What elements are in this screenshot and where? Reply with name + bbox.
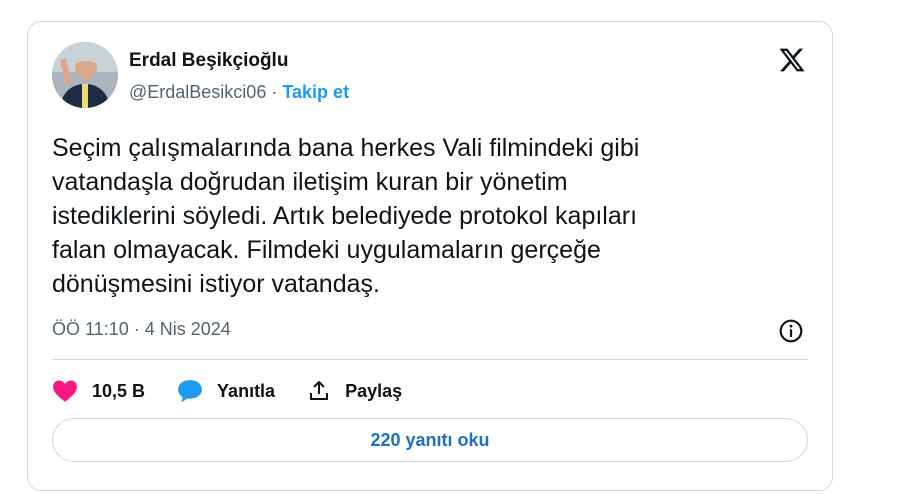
speech-bubble-icon [178, 380, 202, 403]
reply-button[interactable]: Yanıtla [177, 379, 275, 403]
separator: · [271, 82, 278, 102]
like-count: 10,5 B [92, 380, 146, 401]
info-icon[interactable] [778, 318, 804, 344]
action-bar: 10,5 B Yanıtla Paylaş [52, 376, 434, 406]
heart-icon [53, 380, 77, 402]
tweet-text-line: Seçim çalışmalarında bana herkes Vali fi… [52, 134, 640, 162]
tweet-text: Seçim çalışmalarında bana herkes Vali fi… [52, 131, 792, 301]
reply-label: Yanıtla [217, 380, 276, 401]
tweet-timestamp[interactable]: ÖÖ 11:10 · 4 Nis 2024 [52, 319, 231, 340]
tweet-text-line: vatandaşla doğrudan iletişim kuran bir y… [52, 168, 568, 196]
avatar[interactable] [52, 42, 118, 108]
read-replies-button[interactable]: 220 yanıtı oku [52, 418, 808, 462]
follow-button[interactable]: Takip et [282, 82, 349, 102]
share-label: Paylaş [345, 380, 403, 401]
tweet-text-line: istediklerini söyledi. Artık belediyede … [52, 202, 638, 230]
tweet-card: Erdal Beşikçioğlu @ErdalBesikci06 · Taki… [27, 21, 833, 491]
share-icon [310, 381, 329, 400]
share-button[interactable]: Paylaş [307, 379, 402, 403]
tweet-text-line: falan olmayacak. Filmdeki uygulamaların … [52, 236, 601, 264]
x-logo-icon[interactable] [778, 46, 806, 74]
divider [52, 359, 808, 360]
author-name[interactable]: Erdal Beşikçioğlu [129, 50, 288, 72]
like-button[interactable]: 10,5 B [52, 379, 145, 403]
avatar-photo [52, 42, 118, 108]
author-handle[interactable]: @ErdalBesikci06 [129, 82, 266, 102]
tweet-text-line: dönüşmesini istiyor vatandaş. [52, 270, 380, 298]
author-handle-row: @ErdalBesikci06 · Takip et [129, 82, 349, 103]
